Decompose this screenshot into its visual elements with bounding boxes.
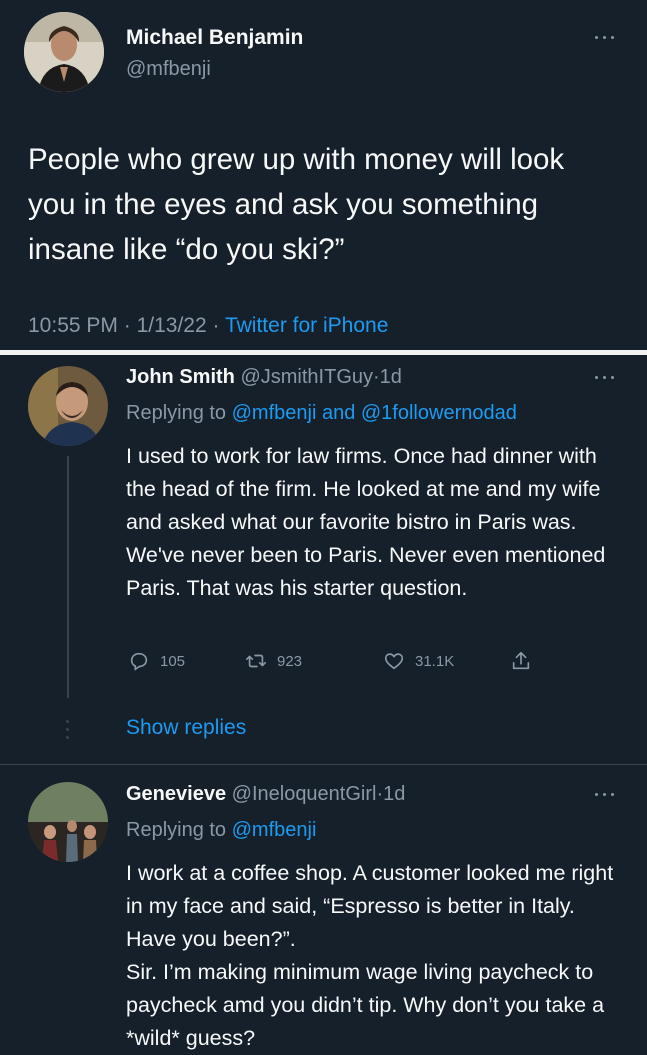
meta-separator-2: · bbox=[212, 314, 220, 337]
author-name[interactable]: John Smith bbox=[126, 366, 235, 388]
avatar[interactable] bbox=[28, 782, 108, 862]
show-replies-link[interactable]: Show replies bbox=[126, 716, 246, 740]
replying-prefix: Replying to bbox=[126, 819, 227, 841]
reply-icon bbox=[130, 652, 148, 671]
replying-prefix: Replying to bbox=[126, 402, 227, 424]
tweet-time: 10:55 PM bbox=[28, 314, 118, 337]
retweet-count: 923 bbox=[277, 652, 303, 670]
more-icon[interactable] bbox=[595, 792, 619, 798]
avatar-image bbox=[28, 366, 108, 446]
action-bar: 105 923 31.1K bbox=[128, 650, 530, 672]
section-separator bbox=[0, 350, 647, 355]
meta-separator: · bbox=[373, 366, 380, 388]
like-action[interactable]: 31.1K bbox=[383, 650, 454, 672]
tweet-meta: 10:55 PM · 1/13/22 · Twitter for iPhone bbox=[28, 314, 388, 338]
replying-to-handles[interactable]: @mfbenji bbox=[232, 819, 317, 841]
replying-to: Replying to @mfbenji bbox=[126, 819, 316, 842]
reply-count: 105 bbox=[160, 652, 186, 670]
reply-action[interactable]: 105 bbox=[128, 650, 185, 672]
author-handle[interactable]: @mfbenji bbox=[126, 58, 211, 81]
tweet-date[interactable]: 1/13/22 bbox=[137, 314, 207, 337]
avatar-image bbox=[28, 782, 108, 862]
reply-header: John Smith @JsmithITGuy·1d bbox=[126, 366, 402, 389]
share-icon bbox=[512, 651, 530, 670]
more-icon[interactable] bbox=[595, 375, 619, 381]
author-handle[interactable]: @IneloquentGirl bbox=[232, 783, 377, 805]
share-action[interactable] bbox=[510, 650, 532, 672]
author-name[interactable]: Michael Benjamin bbox=[126, 26, 303, 50]
author-handle[interactable]: @JsmithITGuy bbox=[240, 366, 373, 388]
thread-line bbox=[67, 456, 69, 698]
like-icon bbox=[384, 653, 404, 670]
tweet-source[interactable]: Twitter for iPhone bbox=[225, 314, 388, 337]
reply-age[interactable]: 1d bbox=[383, 783, 405, 805]
replying-to: Replying to @mfbenji and @1followernodad bbox=[126, 402, 517, 425]
reply-text: I used to work for law firms. Once had d… bbox=[126, 444, 606, 600]
thread-dots bbox=[66, 720, 70, 742]
avatar[interactable] bbox=[28, 366, 108, 446]
retweet-action[interactable]: 923 bbox=[245, 650, 302, 672]
reply-age[interactable]: 1d bbox=[380, 366, 402, 388]
tweet-text: People who grew up with money will look … bbox=[28, 143, 565, 266]
retweet-icon bbox=[246, 654, 266, 668]
like-count: 31.1K bbox=[415, 652, 455, 670]
more-icon[interactable] bbox=[595, 35, 619, 41]
author-name[interactable]: Genevieve bbox=[126, 783, 226, 805]
avatar-image bbox=[24, 12, 104, 92]
divider bbox=[0, 764, 647, 765]
reply-text: I work at a coffee shop. A customer look… bbox=[126, 861, 614, 1050]
meta-separator: · bbox=[123, 314, 131, 337]
replying-to-handles[interactable]: @mfbenji and @1followernodad bbox=[232, 402, 517, 424]
reply-header: Genevieve @IneloquentGirl·1d bbox=[126, 783, 405, 806]
avatar[interactable] bbox=[24, 12, 104, 92]
